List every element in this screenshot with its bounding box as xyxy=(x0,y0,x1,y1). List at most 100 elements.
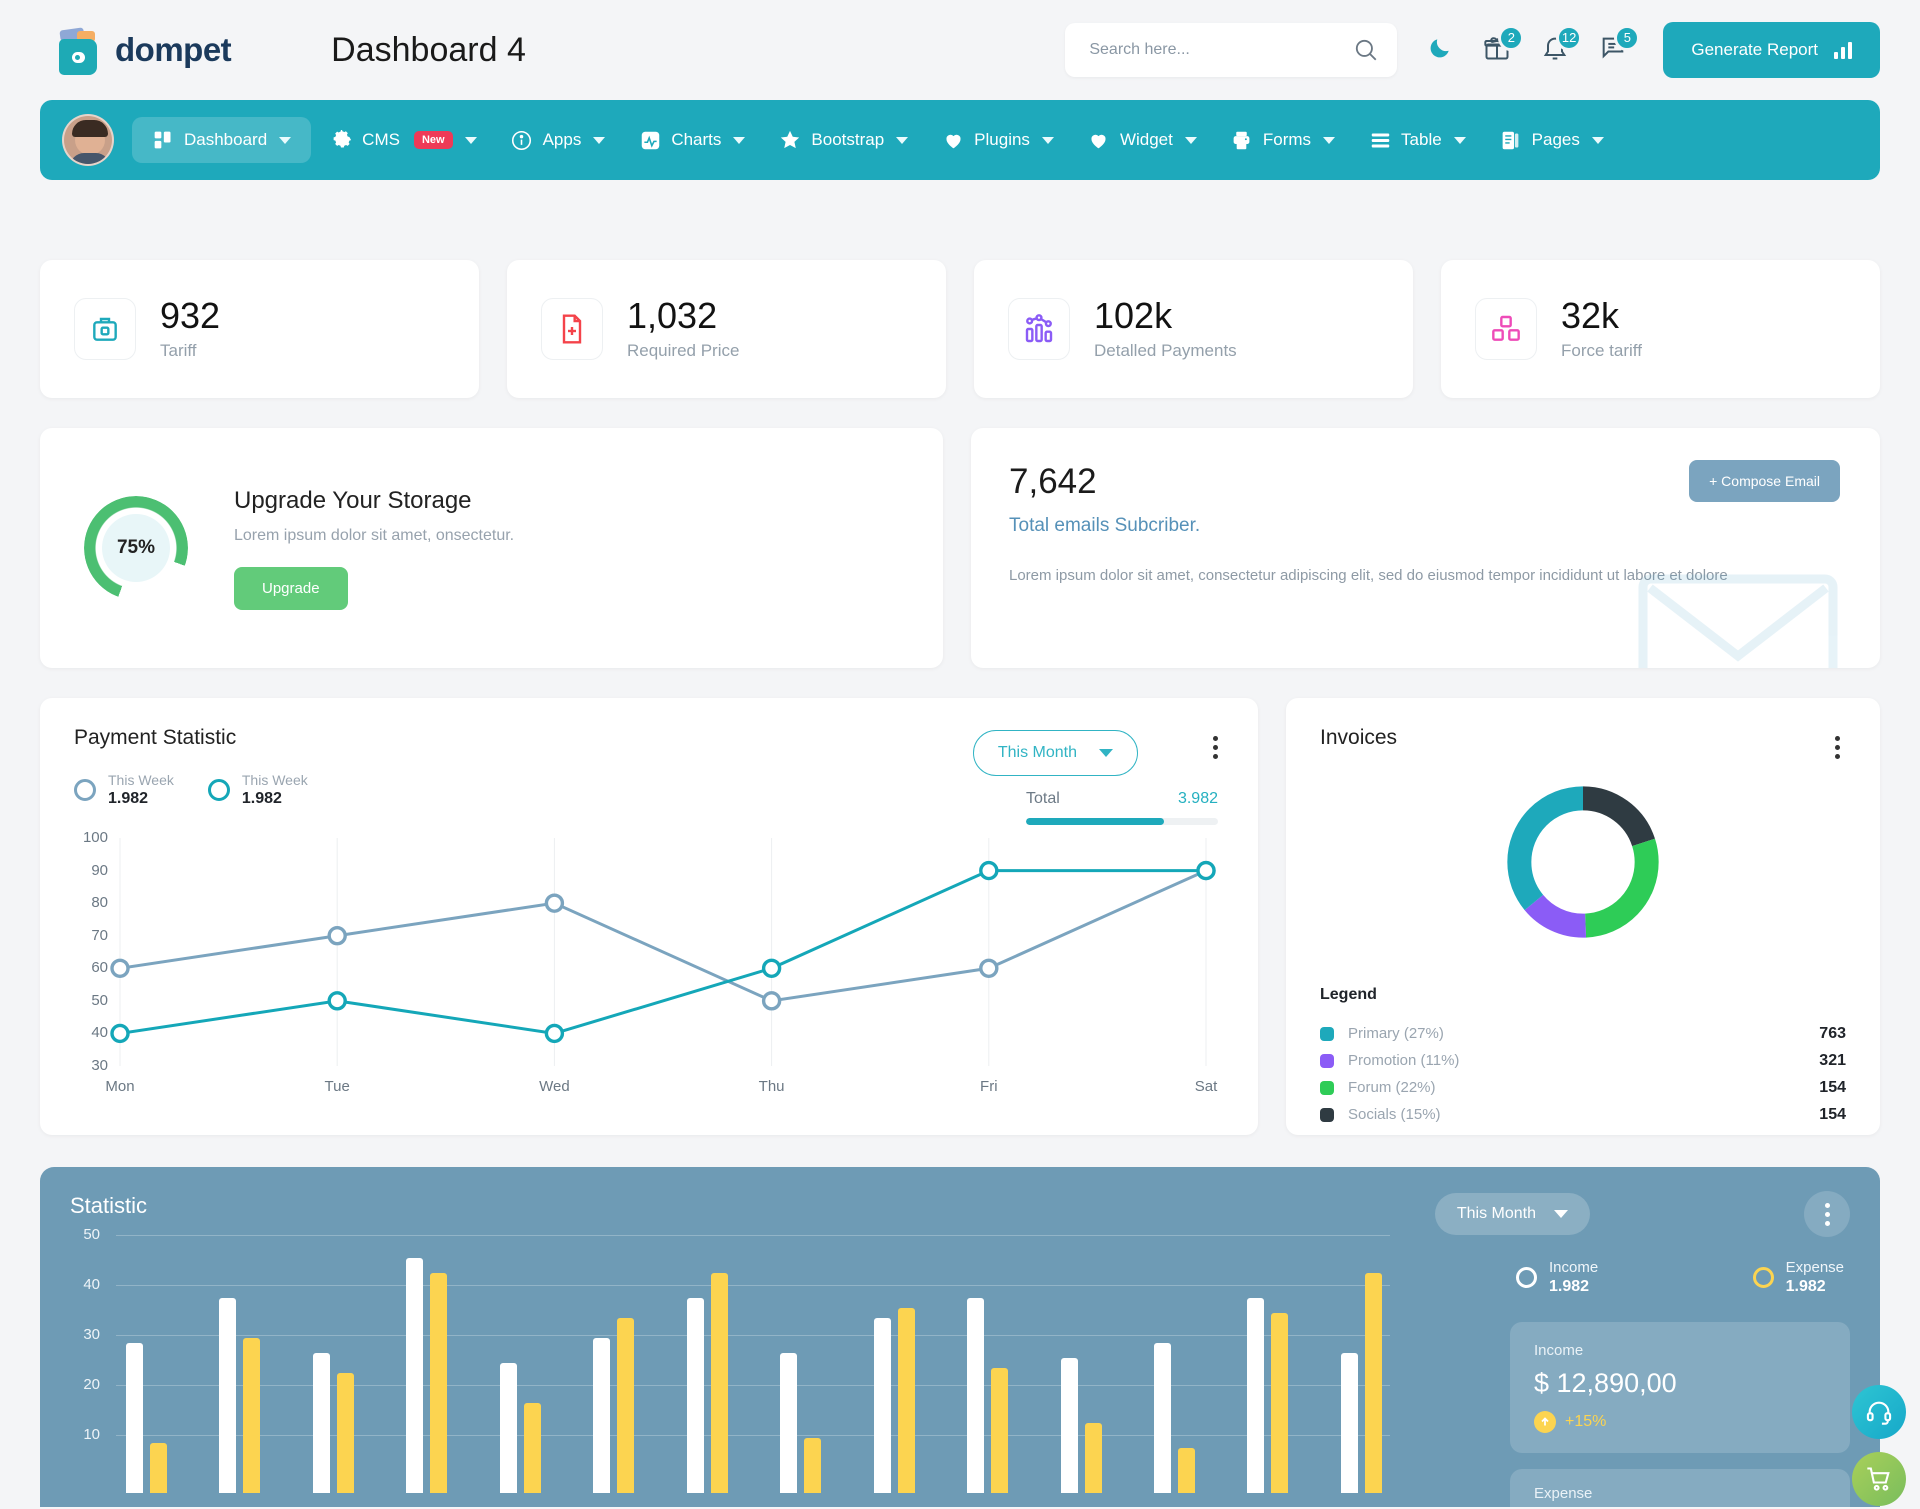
support-headset-icon[interactable] xyxy=(1852,1385,1906,1439)
chevron-down-icon xyxy=(1453,136,1466,144)
bar-group xyxy=(1247,1298,1289,1493)
storage-percent: 75% xyxy=(102,514,170,582)
legend-value: 1.982 xyxy=(1549,1278,1590,1295)
statistic-more-menu[interactable] xyxy=(1804,1191,1850,1237)
book-icon xyxy=(1500,129,1522,151)
invoices-legend: Primary (27%) 763 Promotion (11%) 321 Forum … xyxy=(1320,1020,1846,1128)
nav-item-bootstrap[interactable]: Bootstrap xyxy=(764,117,923,163)
legend-value: 1.982 xyxy=(108,790,149,807)
legend-label: Primary (27%) xyxy=(1348,1025,1444,1042)
nav-item-plugins[interactable]: Plugins xyxy=(927,117,1069,163)
storage-subtitle: Lorem ipsum dolor sit amet, onsectetur. xyxy=(234,526,515,544)
payment-more-menu[interactable] xyxy=(1213,736,1218,759)
nav-item-apps[interactable]: Apps xyxy=(496,117,621,163)
chevron-down-icon xyxy=(1041,136,1054,144)
heart-icon xyxy=(1088,129,1110,151)
chevron-down-icon xyxy=(1591,136,1604,144)
bar-expense xyxy=(804,1438,822,1493)
search-box[interactable] xyxy=(1065,23,1398,77)
nav-item-label: Forms xyxy=(1262,130,1312,149)
brand-logo[interactable]: dompet xyxy=(55,25,232,75)
statistic-bar-chart: 50 40 30 20 10 xyxy=(70,1226,1390,1505)
bar-expense xyxy=(430,1273,448,1493)
bar-income xyxy=(312,1353,330,1493)
boxes-icon xyxy=(1475,298,1537,360)
compose-email-button[interactable]: + Compose Email xyxy=(1689,460,1840,502)
nav-item-table[interactable]: Table xyxy=(1354,117,1481,163)
payment-line-chart: 30 40 50 60 70 80 90 100 Mon Tue Wed Thu Fri Sat xyxy=(74,829,1224,1108)
y-axis-tick: 70 xyxy=(91,926,108,944)
bar-income xyxy=(1060,1358,1078,1493)
invoices-more-menu[interactable] xyxy=(1835,736,1840,759)
nav-item-widget[interactable]: Widget xyxy=(1073,117,1212,163)
bar-expense xyxy=(1364,1273,1382,1493)
statistic-range-select[interactable]: This Month xyxy=(1434,1193,1590,1235)
generate-report-button[interactable]: Generate Report xyxy=(1663,22,1880,78)
legend-marker xyxy=(1752,1267,1774,1288)
legend-value: 154 xyxy=(1819,1078,1846,1096)
legend-value: 321 xyxy=(1819,1051,1846,1069)
printer-icon xyxy=(1231,129,1253,151)
expense-card-label: Expense xyxy=(1534,1485,1593,1502)
nav-item-pages[interactable]: Pages xyxy=(1485,117,1619,163)
y-axis-tick: 20 xyxy=(83,1376,100,1393)
chevron-down-icon xyxy=(464,136,477,144)
bell-icon[interactable]: 12 xyxy=(1541,24,1583,67)
chevron-down-icon xyxy=(279,136,292,144)
stat-card-tariff: 932 Tariff xyxy=(40,260,479,398)
stat-label: Required Price xyxy=(627,341,740,361)
payment-range-label: This Month xyxy=(997,744,1077,761)
payment-total-bar xyxy=(1026,818,1218,825)
grid-line xyxy=(116,1235,1390,1236)
pulse-icon xyxy=(639,129,661,151)
bar-income xyxy=(686,1298,704,1493)
bar-group xyxy=(967,1298,1009,1493)
bar-income xyxy=(1340,1353,1358,1493)
gift-icon[interactable]: 2 xyxy=(1483,24,1525,67)
nav-item-charts[interactable]: Charts xyxy=(624,117,760,163)
chevron-down-icon xyxy=(733,136,746,144)
bar-income xyxy=(593,1338,611,1493)
dashboard-page: dompet Dashboard 4 2 xyxy=(0,0,1920,1509)
income-card-value: $ 12,890,00 xyxy=(1534,1368,1677,1398)
legend-label: Income xyxy=(1549,1259,1599,1276)
app-header: dompet Dashboard 4 2 xyxy=(0,0,1920,100)
message-icon[interactable]: 5 xyxy=(1599,24,1641,67)
file-plus-icon xyxy=(541,298,603,360)
bar-group xyxy=(1340,1273,1382,1493)
briefcase-icon xyxy=(74,298,136,360)
bar-group xyxy=(686,1273,728,1493)
nav-item-dashboard[interactable]: Dashboard xyxy=(132,117,312,163)
y-axis-tick: 30 xyxy=(83,1326,100,1343)
y-axis-tick: 100 xyxy=(82,829,108,846)
legend-swatch xyxy=(1320,1107,1334,1122)
star-icon xyxy=(779,129,801,151)
statistic-legend: Income 1.982 Expense 1.982 xyxy=(1510,1259,1850,1296)
bar-expense xyxy=(150,1443,167,1493)
y-axis-tick: 90 xyxy=(91,861,108,879)
mid-row: 75% Upgrade Your Storage Lorem ipsum dol… xyxy=(40,428,1880,668)
generate-report-label: Generate Report xyxy=(1691,40,1818,59)
statistic-legend-item: Income 1.982 xyxy=(1516,1259,1598,1296)
search-icon[interactable] xyxy=(1353,37,1379,63)
statistic-panel: Statistic This Month 50 40 30 20 10 Income 1.… xyxy=(40,1167,1880,1507)
bar-group xyxy=(1153,1343,1195,1493)
message-badge: 5 xyxy=(1614,24,1641,51)
upgrade-button[interactable]: Upgrade xyxy=(234,566,348,610)
heart-icon xyxy=(942,129,964,151)
payment-range-select[interactable]: This Month xyxy=(972,730,1138,776)
bar-income xyxy=(499,1363,517,1493)
stat-label: Detalled Payments xyxy=(1094,341,1237,361)
search-input[interactable] xyxy=(1089,41,1354,59)
nav-item-cms[interactable]: CMS New xyxy=(315,117,491,163)
bar-expense xyxy=(710,1273,728,1493)
shopping-cart-icon[interactable] xyxy=(1852,1452,1906,1506)
dark-mode-icon[interactable] xyxy=(1427,35,1453,66)
legend-label: This Week xyxy=(241,772,308,788)
nav-item-forms[interactable]: Forms xyxy=(1216,117,1350,163)
chevron-down-icon xyxy=(1184,136,1197,144)
invoice-legend-row: Promotion (11%) 321 xyxy=(1320,1047,1846,1074)
storage-title: Upgrade Your Storage xyxy=(234,486,472,514)
payment-legend-item: This Week 1.982 xyxy=(207,772,308,808)
avatar[interactable] xyxy=(62,114,114,166)
